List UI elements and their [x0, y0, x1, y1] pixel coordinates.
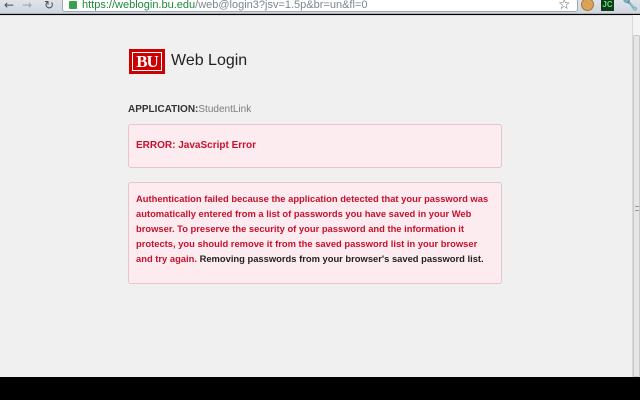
application-value: StudentLink	[198, 104, 252, 115]
address-bar[interactable]: https://weblogin.bu.edu/web@login3?jsv=1…	[62, 0, 578, 12]
browser-toolbar: ← → ↻ https://weblogin.bu.edu/web@login3…	[0, 0, 640, 14]
url-path: /web@login3?jsv=1.5p&br=un&fl=0	[195, 0, 368, 11]
back-arrow-icon[interactable]: ←	[2, 0, 16, 13]
remove-passwords-link[interactable]: Removing passwords from your browser's s…	[200, 253, 484, 264]
lock-icon	[69, 1, 77, 9]
application-label: APPLICATION:	[128, 104, 199, 115]
application-line: APPLICATION:StudentLink	[128, 104, 251, 116]
star-icon[interactable]: ☆	[558, 0, 571, 13]
reload-icon[interactable]: ↻	[42, 0, 56, 13]
forward-arrow-icon[interactable]: →	[20, 0, 34, 13]
wrench-icon[interactable]: 🔧	[622, 0, 638, 12]
error-text: ERROR: JavaScript Error	[136, 140, 257, 151]
cookie-extension-icon[interactable]	[581, 0, 594, 11]
scrollbar-grip-icon	[635, 206, 639, 211]
message-box: Authentication failed because the applic…	[128, 182, 502, 284]
jc-extension-icon[interactable]: JC	[601, 0, 614, 11]
bottom-bar	[0, 377, 640, 400]
vertical-scrollbar[interactable]	[632, 15, 640, 377]
bu-logo: BU	[129, 49, 165, 74]
error-box: ERROR: JavaScript Error	[128, 124, 502, 168]
url-host: https://weblogin.bu.edu	[82, 0, 196, 11]
scrollbar-thumb[interactable]	[633, 35, 640, 377]
page-title: Web Login	[171, 52, 248, 69]
